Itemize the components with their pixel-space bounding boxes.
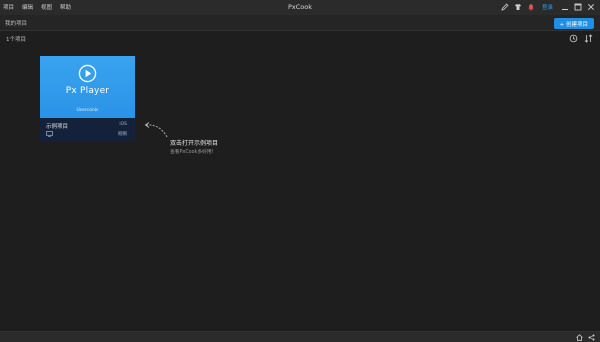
share-icon[interactable] bbox=[587, 333, 596, 342]
status-actions bbox=[572, 333, 596, 342]
hint-title: 双击打开示例项目 bbox=[170, 140, 219, 147]
sub-bar: 1个项目 bbox=[0, 31, 600, 47]
hint-subtitle: 查看PxCook多好用! bbox=[170, 150, 214, 155]
sub-bar-actions bbox=[564, 33, 594, 44]
minimize-icon[interactable] bbox=[560, 2, 570, 12]
play-icon bbox=[78, 64, 97, 83]
create-project-button[interactable]: + 创建项目 bbox=[553, 18, 594, 29]
thumbnail-brand: Px Player bbox=[65, 86, 110, 96]
titlebar-controls: 登录 bbox=[497, 2, 596, 12]
sort-icon[interactable] bbox=[583, 33, 594, 44]
status-bar bbox=[0, 331, 600, 342]
maximize-icon[interactable] bbox=[573, 2, 583, 12]
monitor-icon bbox=[46, 131, 53, 137]
breadcrumb[interactable]: 我的项目 bbox=[5, 19, 27, 27]
bell-icon[interactable] bbox=[526, 2, 536, 12]
project-name: 示例项目 bbox=[46, 124, 69, 130]
home-icon[interactable] bbox=[575, 333, 584, 342]
pencil-icon[interactable] bbox=[500, 2, 510, 12]
project-thumbnail: Px Player Userconic bbox=[40, 56, 135, 118]
toolbar: 我的项目 + 创建项目 bbox=[0, 15, 600, 31]
history-icon[interactable] bbox=[568, 33, 579, 44]
title-bar: 项目 编辑 视图 帮助 PxCook 登录 bbox=[0, 0, 600, 15]
login-link[interactable]: 登录 bbox=[542, 3, 553, 11]
project-platform: iOS bbox=[119, 122, 127, 127]
project-count: 1个项目 bbox=[6, 37, 26, 43]
hint-arrow-icon bbox=[144, 122, 168, 138]
project-card[interactable]: Px Player Userconic 示例项目 iOS 刚刚 bbox=[40, 56, 135, 141]
thumbnail-vendor: Userconic bbox=[76, 108, 99, 113]
project-date: 刚刚 bbox=[118, 132, 127, 137]
shirt-icon[interactable] bbox=[513, 2, 523, 12]
close-icon[interactable] bbox=[586, 2, 596, 12]
